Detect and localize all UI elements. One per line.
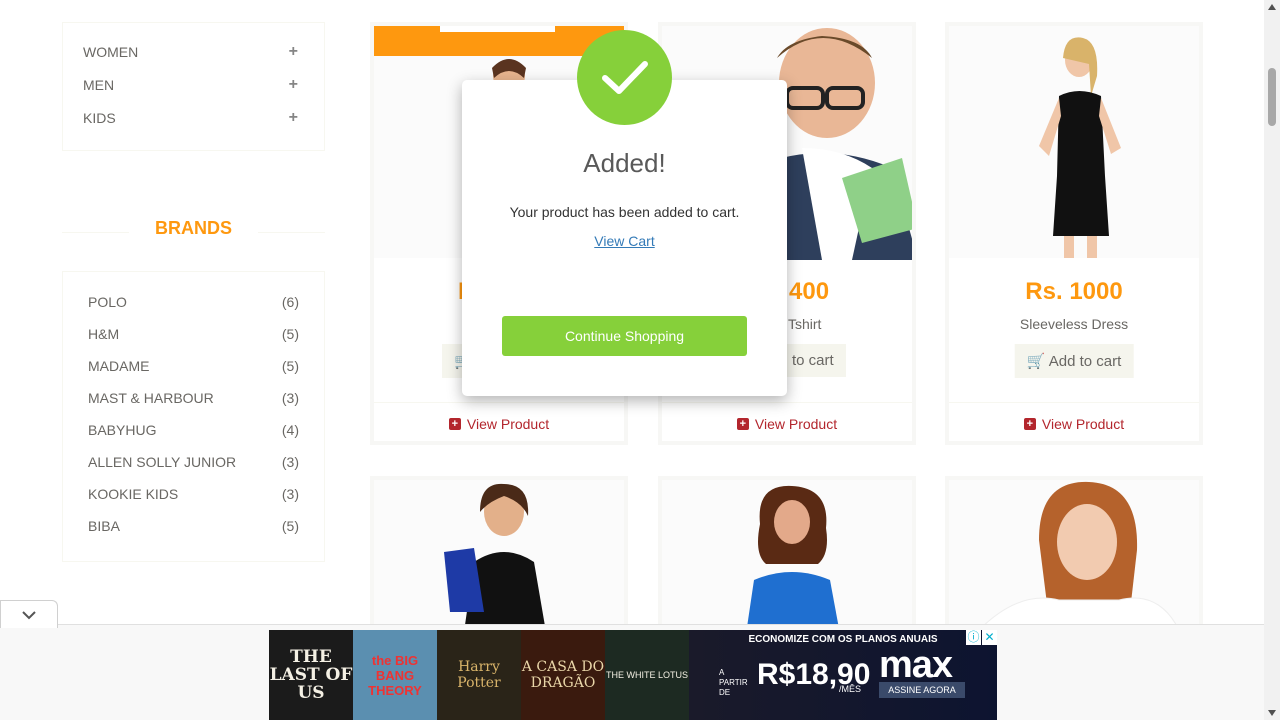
added-to-cart-modal: Added! Your product has been added to ca…	[462, 80, 787, 396]
product-image	[949, 26, 1199, 258]
brand-count: (3)	[281, 486, 299, 502]
ad-tile: THE LAST OF US	[269, 630, 353, 720]
ad-close-icon[interactable]: ✕	[982, 630, 997, 645]
product-image	[374, 480, 624, 632]
view-product-link[interactable]: + View Product	[374, 402, 624, 441]
brands-heading: BRANDS	[62, 218, 325, 244]
brand-item-kookie-kids[interactable]: KOOKIE KIDS (3)	[88, 484, 299, 504]
collapse-ad-button[interactable]	[0, 600, 58, 628]
plus-icon[interactable]: +	[289, 109, 298, 127]
view-product-label: View Product	[1041, 415, 1125, 432]
model-figure	[444, 483, 546, 632]
model-figure	[1039, 37, 1121, 258]
brand-name: BABYHUG	[88, 422, 157, 438]
plus-square-icon: +	[448, 417, 461, 430]
product-image	[949, 480, 1199, 632]
scrollbar-thumb[interactable]	[1268, 68, 1276, 126]
product-name: Sleeveless Dress	[1019, 316, 1129, 332]
ad-promo: ECONOMIZE COM OS PLANOS ANUAIS A PARTIR …	[689, 630, 997, 720]
brand-name: ALLEN SOLLY JUNIOR	[88, 454, 237, 470]
ad-tile: the BIG BANG THEORY	[353, 630, 437, 720]
model-figure	[746, 485, 840, 632]
ad-brand-logo: max	[879, 644, 953, 686]
add-to-cart-label: Add to cart	[1048, 353, 1122, 370]
product-image	[662, 480, 912, 632]
brand-count: (5)	[281, 358, 299, 374]
ad-tile: Harry Potter	[437, 630, 521, 720]
category-label: KIDS	[83, 110, 116, 126]
product-card	[370, 476, 628, 636]
brand-count: (5)	[281, 518, 299, 534]
continue-shopping-button[interactable]: Continue Shopping	[502, 316, 747, 356]
chevron-down-icon	[22, 610, 36, 619]
ad-tile: A CASA DO DRAGÃO	[521, 630, 605, 720]
category-label: WOMEN	[83, 44, 139, 60]
view-product-label: View Product	[754, 415, 838, 432]
add-to-cart-button[interactable]: 🛒 Add to cart	[1014, 344, 1134, 378]
ad-banner[interactable]: THE LAST OF US the BIG BANG THEORY Harry…	[269, 630, 997, 720]
ad-price-prefix: A PARTIR DE	[719, 668, 748, 697]
brand-item-polo[interactable]: POLO (6)	[88, 292, 299, 312]
brands-panel: POLO (6) H&M (5) MADAME (5) MAST & HARBO…	[62, 271, 325, 562]
ad-cta-button[interactable]: ASSINE AGORA	[879, 682, 965, 698]
plus-square-icon: +	[1023, 417, 1036, 430]
ad-info-icon[interactable]: ⓘ	[966, 630, 981, 645]
category-women[interactable]: WOMEN +	[83, 41, 298, 63]
ad-price-period: /MÊS	[839, 684, 862, 694]
product-card	[658, 476, 916, 636]
brand-item-biba[interactable]: BIBA (5)	[88, 516, 299, 536]
product-price: Rs. 1000	[1025, 278, 1123, 305]
plus-icon[interactable]: +	[289, 43, 298, 61]
brand-count: (4)	[281, 422, 299, 438]
brand-name: POLO	[88, 294, 127, 310]
model-figure	[979, 481, 1179, 630]
brands-title: BRANDS	[128, 218, 258, 238]
brand-count: (3)	[281, 454, 299, 470]
brand-name: H&M	[88, 326, 120, 342]
brand-item-allen-solly-junior[interactable]: ALLEN SOLLY JUNIOR (3)	[88, 452, 299, 472]
brand-item-mast-harbour[interactable]: MAST & HARBOUR (3)	[88, 388, 299, 408]
brand-name: KOOKIE KIDS	[88, 486, 179, 502]
view-product-link[interactable]: + View Product	[662, 402, 912, 441]
ad-tile: THE WHITE LOTUS	[605, 630, 689, 720]
view-cart-link[interactable]: View Cart	[462, 233, 787, 249]
product-card	[945, 476, 1203, 636]
brand-name: MADAME	[88, 358, 150, 374]
modal-message: Your product has been added to cart.	[509, 204, 740, 220]
brand-item-madame[interactable]: MADAME (5)	[88, 356, 299, 376]
check-icon	[577, 30, 672, 125]
product-card: Rs. 1000 Sleeveless Dress 🛒 Add to cart …	[945, 22, 1203, 445]
category-kids[interactable]: KIDS +	[83, 107, 298, 129]
view-product-link[interactable]: + View Product	[949, 402, 1199, 441]
category-men[interactable]: MEN +	[83, 74, 298, 96]
brand-count: (3)	[281, 390, 299, 406]
category-label: MEN	[83, 77, 115, 93]
plus-icon[interactable]: +	[289, 76, 298, 94]
brand-count: (5)	[281, 326, 299, 342]
scroll-up-icon[interactable]	[1268, 4, 1276, 10]
cart-icon: 🛒	[1026, 353, 1046, 370]
brand-name: BIBA	[88, 518, 120, 534]
brand-count: (6)	[281, 294, 299, 310]
plus-square-icon: +	[736, 417, 749, 430]
brand-item-hm[interactable]: H&M (5)	[88, 324, 299, 344]
brand-item-babyhug[interactable]: BABYHUG (4)	[88, 420, 299, 440]
scroll-down-icon[interactable]	[1268, 710, 1276, 716]
category-panel: WOMEN + MEN + KIDS +	[62, 22, 325, 151]
add-to-cart-label: to cart	[792, 352, 834, 369]
page-scrollbar[interactable]	[1264, 0, 1280, 720]
view-product-label: View Product	[466, 415, 550, 432]
modal-title: Added!	[583, 148, 666, 178]
brand-name: MAST & HARBOUR	[88, 390, 214, 406]
